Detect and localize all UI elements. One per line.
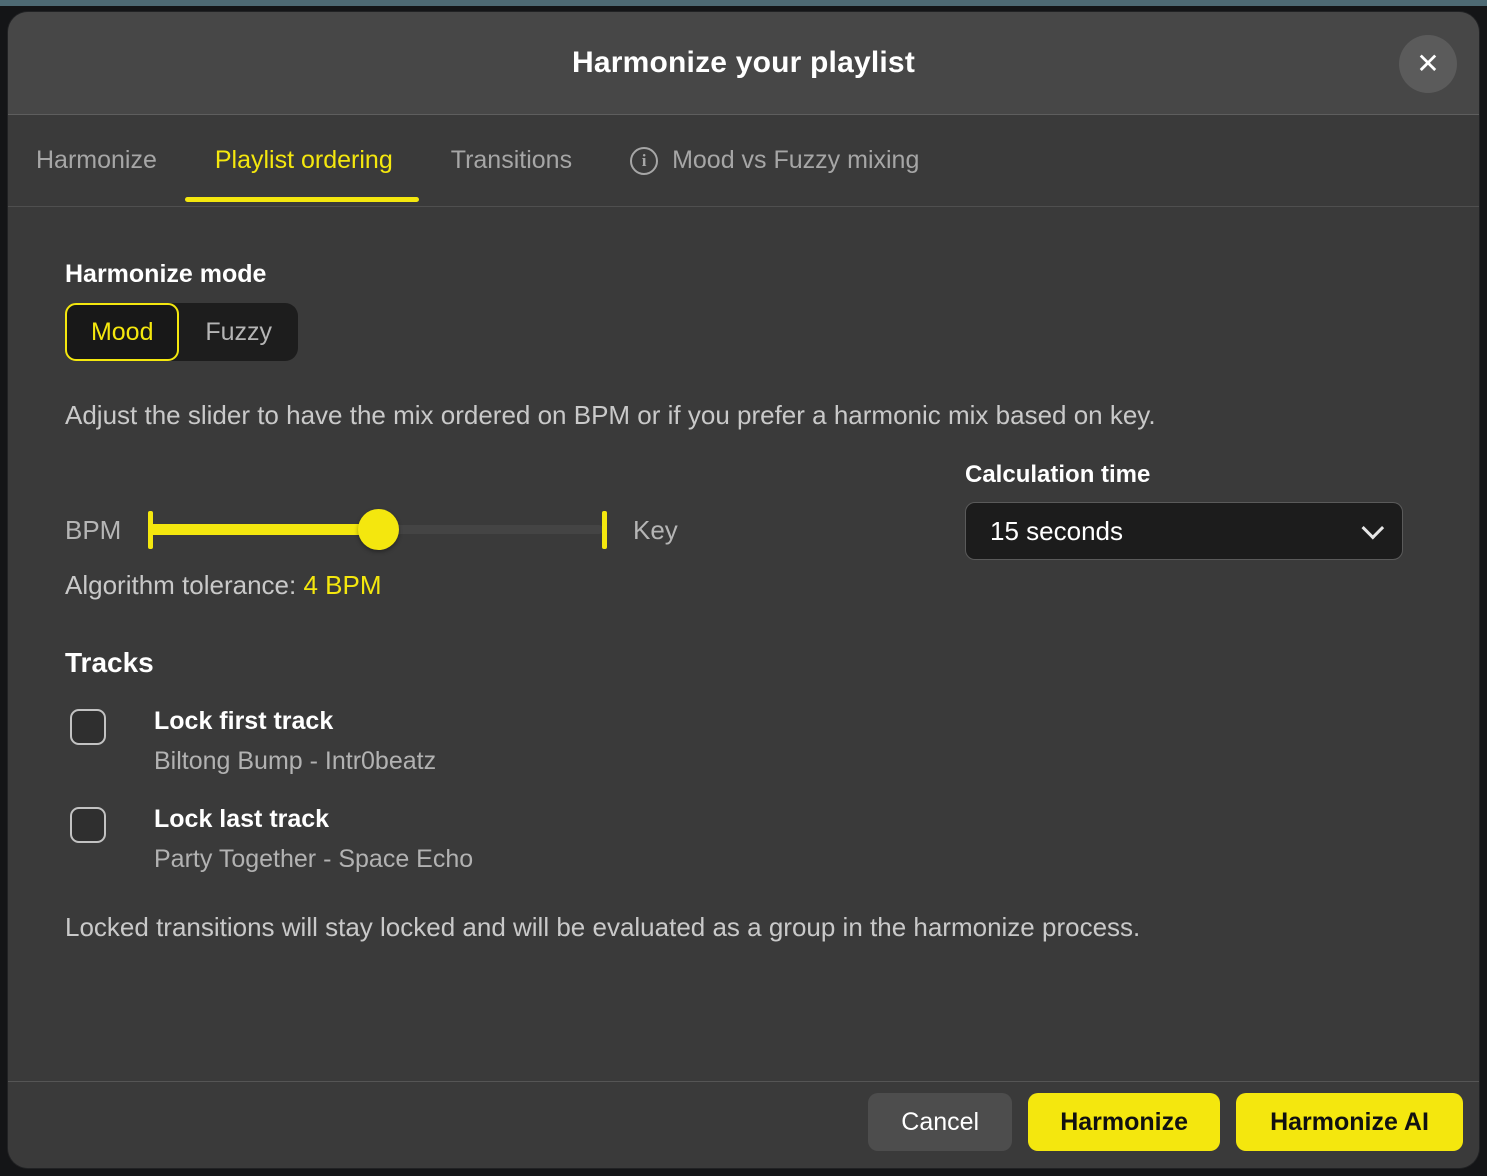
harmonize-button[interactable]: Harmonize <box>1028 1093 1220 1151</box>
locked-transitions-note: Locked transitions will stay locked and … <box>65 912 1141 942</box>
bpm-key-slider[interactable] <box>148 507 607 553</box>
lock-first-track-label: Lock first track <box>154 707 334 735</box>
tab-bar: Harmonize Playlist ordering Transitions … <box>8 115 1479 207</box>
bpm-key-slider-row: BPM Key <box>65 507 765 553</box>
first-track-name: Biltong Bump - Intr0beatz <box>154 747 437 775</box>
slider-right-tick <box>602 511 607 549</box>
close-button[interactable]: ✕ <box>1399 35 1457 93</box>
mode-option-mood[interactable]: Mood <box>65 303 180 361</box>
tab-label: Mood vs Fuzzy mixing <box>672 146 920 174</box>
algorithm-tolerance: Algorithm tolerance: 4 BPM <box>65 570 382 601</box>
slider-description: Adjust the slider to have the mix ordere… <box>65 400 1156 430</box>
slider-key-label: Key <box>633 515 678 545</box>
tab-label: Playlist ordering <box>214 146 393 174</box>
tracks-heading: Tracks <box>65 647 154 678</box>
harmonize-mode-toggle: Mood Fuzzy <box>65 303 298 361</box>
calculation-time-label: Calculation time <box>965 461 1151 488</box>
lock-first-track-checkbox[interactable] <box>70 709 106 745</box>
tab-label: Harmonize <box>36 146 157 174</box>
modal-header: Harmonize your playlist ✕ <box>8 12 1479 115</box>
modal-title: Harmonize your playlist <box>571 46 916 79</box>
algorithm-tolerance-label: Algorithm tolerance: <box>65 570 297 600</box>
tab-transitions[interactable]: Transitions <box>451 115 572 206</box>
lock-last-track-checkbox[interactable] <box>70 807 106 843</box>
info-icon: i <box>630 146 659 175</box>
harmonize-playlist-modal: Harmonize your playlist ✕ Harmonize Play… <box>8 12 1479 1168</box>
slider-filled-track <box>150 524 378 535</box>
calculation-time-value: 15 seconds <box>990 515 1123 546</box>
modal-footer: Cancel Harmonize Harmonize AI <box>8 1081 1479 1168</box>
calculation-time-select[interactable]: 15 seconds <box>965 502 1403 560</box>
cancel-button[interactable]: Cancel <box>868 1093 1013 1151</box>
slider-empty-track <box>378 525 603 534</box>
last-track-name: Party Together - Space Echo <box>154 845 474 873</box>
close-icon: ✕ <box>1416 48 1440 79</box>
chevron-down-icon <box>1361 516 1385 540</box>
algorithm-tolerance-value: 4 BPM <box>303 570 382 600</box>
tab-harmonize[interactable]: Harmonize <box>36 115 157 206</box>
slider-thumb[interactable] <box>358 509 399 550</box>
harmonize-mode-heading: Harmonize mode <box>65 260 267 288</box>
lock-last-track-label: Lock last track <box>154 805 330 833</box>
slider-bpm-label: BPM <box>65 515 122 545</box>
mode-option-fuzzy[interactable]: Fuzzy <box>179 303 298 361</box>
tab-mood-vs-fuzzy-mixing[interactable]: i Mood vs Fuzzy mixing <box>630 115 919 206</box>
harmonize-ai-button[interactable]: Harmonize AI <box>1236 1093 1463 1151</box>
modal-body: Harmonize mode Mood Fuzzy Adjust the sli… <box>8 207 1479 1081</box>
tab-label: Transitions <box>450 146 573 174</box>
background-app-strip <box>0 0 1487 6</box>
tab-playlist-ordering[interactable]: Playlist ordering <box>184 115 419 206</box>
